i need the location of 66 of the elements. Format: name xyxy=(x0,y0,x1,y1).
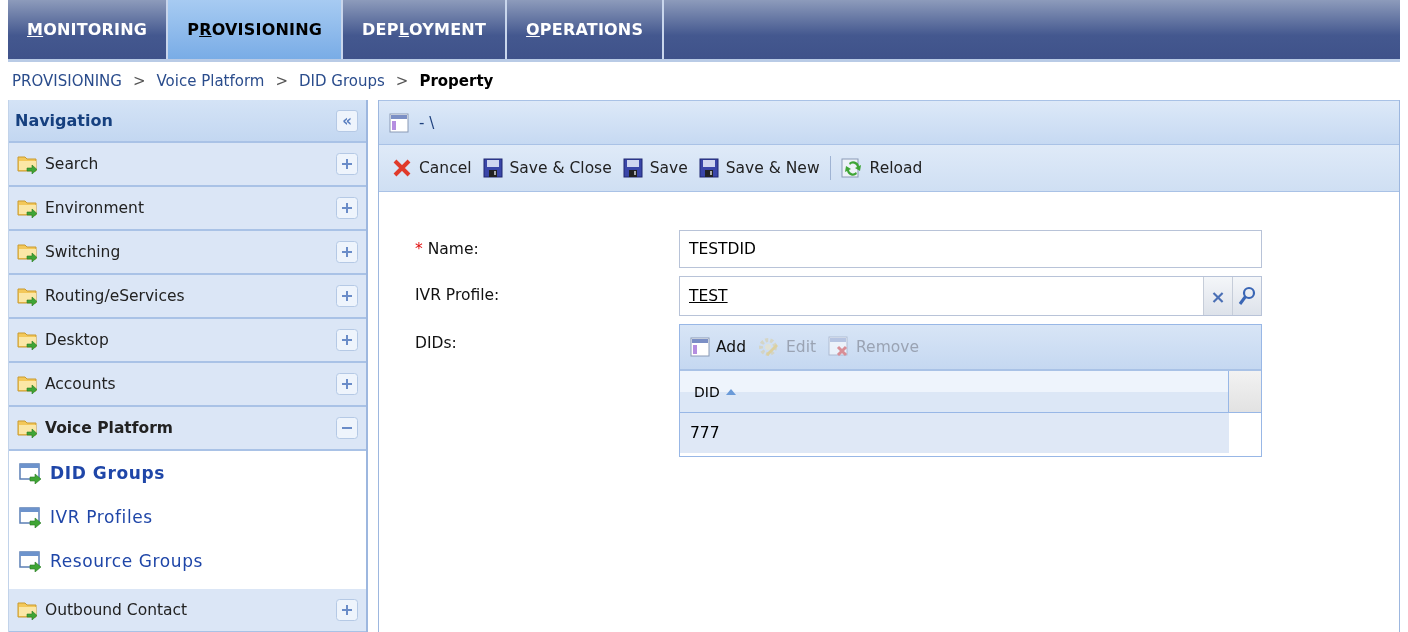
folder-icon xyxy=(17,374,39,394)
breadcrumb-separator: > xyxy=(275,72,289,90)
nav-section[interactable]: Voice Platform xyxy=(9,407,366,451)
nav-item[interactable]: Resource Groups xyxy=(9,539,366,583)
breadcrumb-separator: > xyxy=(395,72,409,90)
breadcrumb-link[interactable]: DID Groups xyxy=(299,72,385,90)
nav-tab[interactable]: OPERATIONS xyxy=(507,0,665,59)
nav-tab[interactable]: PROVISIONING xyxy=(168,0,344,59)
nav-section[interactable]: Search xyxy=(9,143,366,187)
folder-icon xyxy=(17,242,39,262)
window-arrow-icon xyxy=(19,462,43,484)
breadcrumb-link[interactable]: PROVISIONING xyxy=(12,72,122,90)
table-cell: 777 xyxy=(680,413,1229,453)
panel-title: - \ xyxy=(419,113,435,132)
field-label: IVR Profile: xyxy=(415,285,501,304)
close-icon xyxy=(392,158,412,178)
cancel-button[interactable]: Cancel xyxy=(391,156,473,180)
reload-icon xyxy=(840,157,863,179)
nav-item[interactable]: IVR Profiles xyxy=(9,495,366,539)
expand-icon[interactable] xyxy=(336,373,358,395)
gear-pencil-icon xyxy=(758,336,780,358)
window-arrow-icon xyxy=(19,506,43,528)
form-icon xyxy=(389,112,409,133)
nav-section[interactable]: Desktop xyxy=(9,319,366,363)
navigation-title: Navigation xyxy=(15,111,113,130)
reload-button[interactable]: Reload xyxy=(839,155,924,181)
expand-icon[interactable] xyxy=(336,153,358,175)
nav-section[interactable]: Outbound Contact xyxy=(9,589,366,632)
expand-icon[interactable] xyxy=(336,197,358,219)
add-icon xyxy=(690,337,710,357)
folder-icon xyxy=(17,418,39,438)
folder-icon xyxy=(17,198,39,218)
field-label: DIDs: xyxy=(415,333,458,352)
field-label: * Name: xyxy=(415,239,480,258)
expand-icon[interactable] xyxy=(336,599,358,621)
folder-icon xyxy=(17,286,39,306)
save-button[interactable]: Save & New xyxy=(697,156,821,180)
nav-item[interactable]: DID Groups xyxy=(9,451,366,495)
folder-icon xyxy=(17,600,39,620)
nav-section[interactable]: Environment xyxy=(9,187,366,231)
expand-icon[interactable] xyxy=(336,329,358,351)
column-header-filler xyxy=(1229,371,1261,412)
search-button[interactable] xyxy=(1232,277,1261,315)
ivr-profile-link[interactable]: TEST xyxy=(680,277,1203,315)
nav-tab[interactable]: DEPLOYMENT xyxy=(343,0,508,59)
breadcrumb-link[interactable]: Voice Platform xyxy=(156,72,265,90)
folder-icon xyxy=(17,330,39,350)
expand-icon[interactable] xyxy=(336,241,358,263)
expand-icon[interactable] xyxy=(336,285,358,307)
collapse-button[interactable]: « xyxy=(336,109,358,132)
nav-section[interactable]: Accounts xyxy=(9,363,366,407)
nav-section[interactable]: Routing/eServices xyxy=(9,275,366,319)
add-button[interactable]: Add xyxy=(690,337,746,357)
column-header[interactable]: DID xyxy=(680,371,1229,412)
save-button[interactable]: Save xyxy=(621,156,689,180)
collapse-icon[interactable] xyxy=(336,417,358,439)
remove-icon xyxy=(828,336,851,358)
name-field[interactable]: TESTDID xyxy=(679,230,1262,268)
folder-icon xyxy=(17,154,39,174)
search-icon xyxy=(1238,286,1256,306)
breadcrumb-current: Property xyxy=(419,72,494,90)
nav-section[interactable]: Switching xyxy=(9,231,366,275)
save-button[interactable]: Save & Close xyxy=(481,156,613,180)
clear-button[interactable]: × xyxy=(1203,277,1232,315)
window-arrow-icon xyxy=(19,550,43,572)
breadcrumb-separator: > xyxy=(132,72,146,90)
